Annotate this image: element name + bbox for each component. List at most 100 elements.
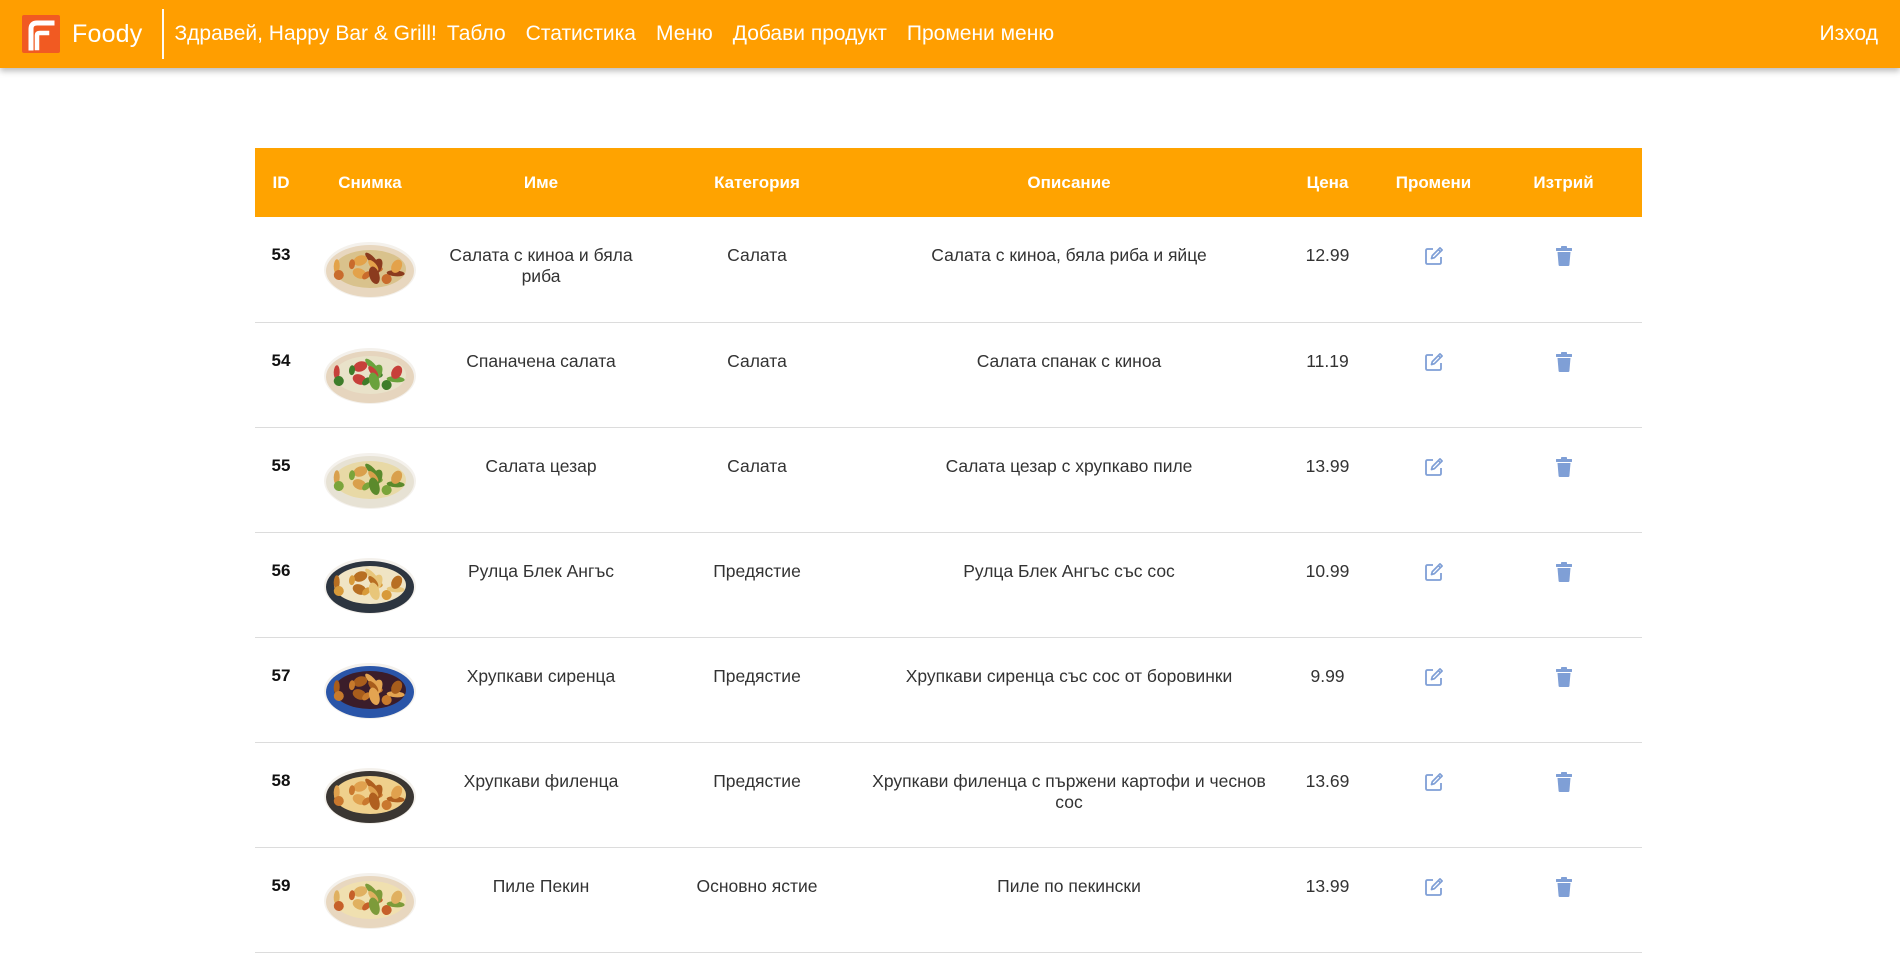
header-category: Категория [714,172,800,192]
row-price: 13.99 [1305,455,1350,476]
nav-divider [162,9,165,59]
trash-icon[interactable] [1555,351,1573,373]
row-name: Спаначена салата [466,350,616,371]
trash-icon[interactable] [1555,876,1573,898]
row-image-cell [307,847,433,952]
header-description: Описание [1027,172,1111,192]
row-price: 12.99 [1305,245,1350,265]
chicken-tenders-photo [323,763,417,827]
row-delete-cell [1485,322,1642,427]
dish-illustration [324,872,416,929]
dish-illustration [324,242,416,298]
dish-illustration [324,662,416,719]
row-name: Хрупкави филенца [463,770,619,791]
row-edit-cell [1382,217,1485,322]
trash-icon[interactable] [1555,771,1573,793]
table-row: 54 Спаначена салата Салата Салата спанак… [255,322,1642,427]
row-price: 10.99 [1305,560,1350,581]
row-image-cell [307,742,433,847]
brand[interactable]: Foody [22,0,142,68]
row-delete-cell [1485,742,1642,847]
header-edit: Промени [1395,172,1472,192]
dish-illustration [324,347,416,404]
row-description: Рулца Блек Ангъс със сос [963,560,1175,581]
dish-illustration [324,452,416,509]
peking-chicken-photo [323,868,417,932]
trash-icon[interactable] [1555,456,1573,478]
table-row: 56 Рулца Блек Ангъс Предястие Рулца Блек… [255,532,1642,637]
row-price: 13.69 [1305,770,1350,791]
nav-links: Здравей, Happy Bar & Grill! Табло Статис… [174,22,1074,46]
row-id: 56 [271,560,291,580]
spinach-salad-photo [323,343,417,407]
row-delete-cell [1485,847,1642,952]
caesar-salad-photo [323,448,417,512]
products-table: ID Снимка Име Категория Описание Цена Пр… [255,148,1642,953]
nav-link-statistics[interactable]: Статистика [526,22,636,46]
table-row: 53 Салата с киноа и бяла риба Салата Сал… [255,217,1642,322]
table-row: 55 Салата цезар Салата Салата цезар с хр… [255,427,1642,532]
row-image-cell [307,427,433,532]
header-delete: Изтрий [1533,172,1594,192]
brand-name: Foody [72,19,143,48]
table-row: 59 Пиле Пекин Основно ястие Пиле по пеки… [255,847,1642,952]
foody-logo-icon [22,15,60,53]
edit-icon[interactable] [1423,666,1445,688]
row-delete-cell [1485,532,1642,637]
row-category: Предястие [713,560,801,581]
top-navbar: Foody Здравей, Happy Bar & Grill! Табло … [0,0,1900,68]
row-price: 11.19 [1306,350,1349,371]
row-edit-cell [1382,742,1485,847]
row-edit-cell [1382,322,1485,427]
row-category: Салата [727,350,787,371]
row-id: 55 [271,455,291,475]
row-description: Хрупкави филенца с пържени картофи и чес… [872,770,1266,812]
row-name: Рулца Блек Ангъс [467,560,615,581]
edit-icon[interactable] [1423,456,1445,478]
edit-icon[interactable] [1423,561,1445,583]
nav-link-edit-menu[interactable]: Промени меню [907,22,1054,46]
row-description: Салата с киноа, бяла риба и яйце [931,245,1207,265]
dish-illustration [324,557,416,614]
row-image-cell [307,532,433,637]
nav-link-add-product[interactable]: Добави продукт [733,22,887,46]
row-description: Салата спанак с киноа [976,350,1162,371]
row-delete-cell [1485,217,1642,322]
trash-icon[interactable] [1555,245,1573,267]
row-image-cell [307,637,433,742]
row-edit-cell [1382,847,1485,952]
row-category: Предястие [713,665,801,686]
row-description: Салата цезар с хрупкаво пиле [945,455,1193,476]
nav-link-menu[interactable]: Меню [656,22,713,46]
table-header-row: ID Снимка Име Категория Описание Цена Пр… [255,148,1642,217]
row-name: Хрупкави сиренца [466,665,616,686]
edit-icon[interactable] [1423,771,1445,793]
header-name: Име [523,172,559,192]
header-id: ID [272,172,290,192]
row-edit-cell [1382,427,1485,532]
table-row: 58 Хрупкави филенца Предястие Хрупкави ф… [255,742,1642,847]
salad-fish-photo [323,237,417,301]
greeting-text: Здравей, Happy Bar & Grill! [174,22,437,45]
row-delete-cell [1485,637,1642,742]
trash-icon[interactable] [1555,666,1573,688]
nav-link-dashboard[interactable]: Табло [447,22,506,46]
edit-icon[interactable] [1423,351,1445,373]
cheese-bites-photo [323,658,417,722]
row-description: Пиле по пекински [997,875,1141,896]
row-price: 9.99 [1310,665,1345,686]
header-image: Снимка [338,172,402,192]
row-price: 13.99 [1305,875,1350,896]
table-body: 53 Салата с киноа и бяла риба Салата Сал… [255,217,1642,952]
dish-illustration [324,767,416,824]
trash-icon[interactable] [1555,561,1573,583]
edit-icon[interactable] [1423,876,1445,898]
edit-icon[interactable] [1423,245,1445,267]
logout-link[interactable]: Изход [1820,0,1878,68]
row-id: 59 [271,875,291,895]
row-delete-cell [1485,427,1642,532]
row-name: Салата цезар [485,455,597,476]
table-row: 57 Хрупкави сиренца Предястие Хрупкави с… [255,637,1642,742]
header-price: Цена [1306,172,1349,192]
row-id: 54 [271,350,291,370]
